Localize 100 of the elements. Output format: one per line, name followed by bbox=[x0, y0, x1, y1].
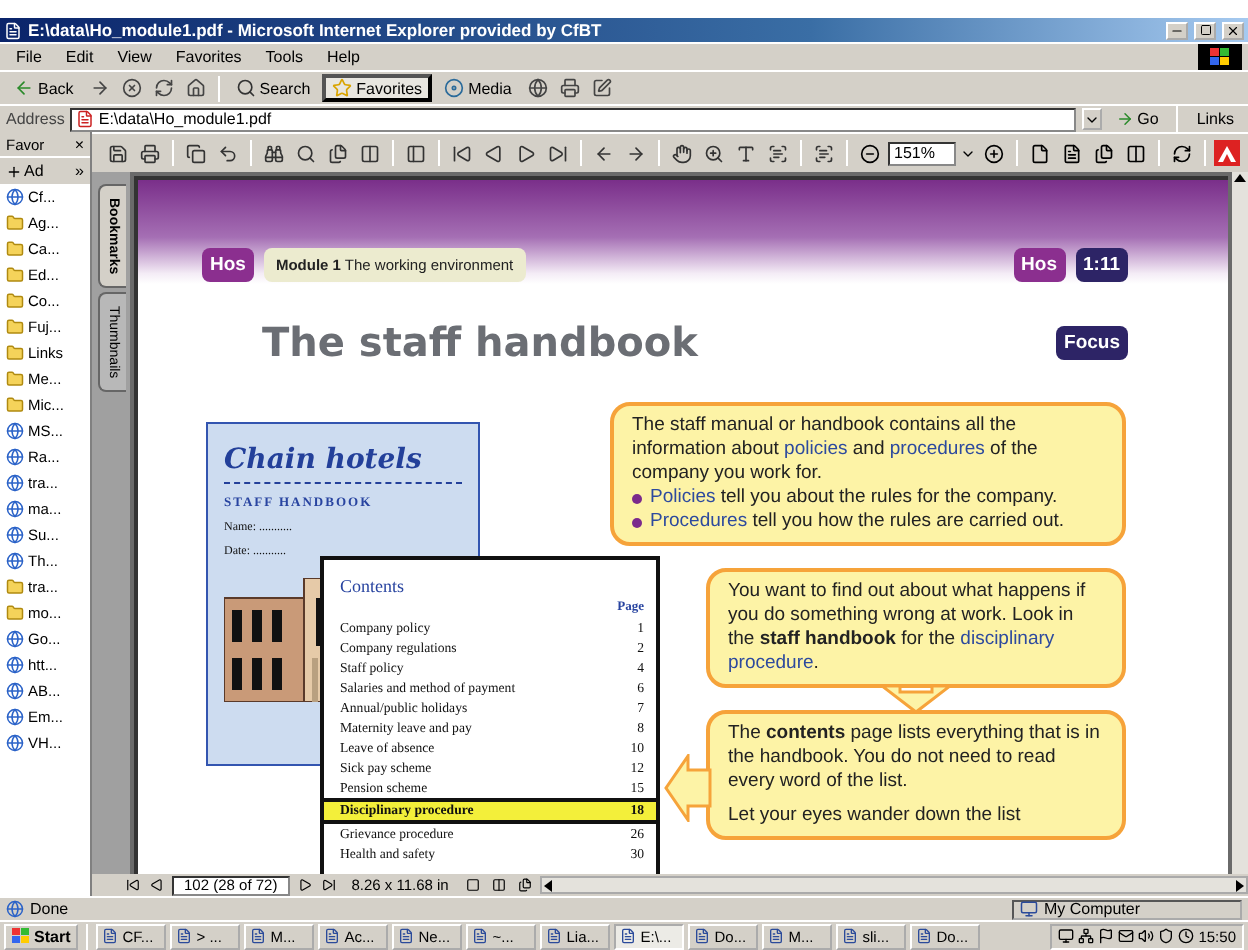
zoom-field[interactable]: 151% bbox=[888, 141, 956, 165]
toolbar-button[interactable]: Media bbox=[436, 74, 520, 102]
document-icon bbox=[916, 928, 933, 944]
contents-title: Contents bbox=[340, 576, 407, 596]
folder-icon bbox=[6, 214, 24, 232]
document-icon bbox=[472, 928, 489, 944]
star-icon bbox=[332, 78, 353, 98]
menu-item[interactable]: Favorites bbox=[165, 48, 252, 66]
logo-icon bbox=[12, 928, 30, 944]
maximize-button[interactable] bbox=[1194, 21, 1216, 39]
web-page-icon bbox=[6, 448, 24, 466]
network-icon bbox=[1078, 928, 1095, 944]
callout-text: Let your eyes wander down the list bbox=[728, 804, 1023, 828]
back-arrow-icon bbox=[14, 78, 34, 98]
copy-icon[interactable] bbox=[182, 139, 210, 167]
document-icon bbox=[76, 110, 95, 128]
callout-text: You want to find out about what happens if you do something wrong at work. Look in the staff handbook for the disciplinary procedure. bbox=[728, 580, 1088, 676]
menu-item[interactable]: Tools bbox=[255, 48, 313, 66]
toolbar-button[interactable]: Back bbox=[6, 74, 82, 102]
page-icon bbox=[6, 900, 24, 918]
folder-icon bbox=[6, 604, 24, 622]
toolbar-button[interactable]: Search bbox=[227, 74, 319, 102]
close-button[interactable] bbox=[1222, 21, 1244, 39]
folder-icon bbox=[6, 318, 24, 336]
zone-text: My Computer bbox=[1044, 900, 1141, 918]
minimize-button[interactable] bbox=[1166, 21, 1188, 39]
clock-icon bbox=[1178, 928, 1195, 944]
hotel-brand: Chain hotels bbox=[224, 444, 462, 484]
page-title: The staff handbook bbox=[262, 318, 701, 366]
document-icon bbox=[546, 928, 563, 944]
logo-icon bbox=[1198, 44, 1242, 70]
menu-item[interactable]: Help bbox=[316, 48, 370, 66]
address-field[interactable]: E:\data\Ho_module1.pdf bbox=[70, 107, 1076, 131]
menu-item[interactable]: File bbox=[6, 48, 52, 66]
folder-icon bbox=[6, 344, 24, 362]
callout-text: The contents page lists everything that is in the handbook. You do not need to read every word of the list. bbox=[728, 722, 1102, 794]
web-page-icon bbox=[6, 422, 24, 440]
disc-icon bbox=[444, 78, 465, 98]
window-title: E:\data\Ho_module1.pdf - Microsoft Internet Explorer provided by CfBT bbox=[28, 20, 604, 40]
document-icon bbox=[842, 928, 859, 944]
page-icon[interactable] bbox=[1090, 139, 1118, 167]
dropdown-button[interactable] bbox=[1081, 108, 1102, 130]
document-icon bbox=[102, 928, 119, 944]
web-page-icon bbox=[6, 552, 24, 570]
web-page-icon bbox=[6, 630, 24, 648]
folder-icon bbox=[6, 266, 24, 284]
bullet-icon bbox=[632, 493, 642, 503]
bullet-text: Policies tell you about the rules for the company. bbox=[650, 486, 1058, 510]
bullet-icon bbox=[632, 517, 642, 527]
web-page-icon bbox=[6, 656, 24, 674]
module-badge: Hos bbox=[1013, 248, 1065, 282]
folder-icon bbox=[6, 578, 24, 596]
arrow-icon bbox=[1115, 110, 1134, 128]
folder-icon bbox=[6, 370, 24, 388]
web-page-icon bbox=[6, 526, 24, 544]
document-icon bbox=[768, 928, 785, 944]
logo-icon[interactable] bbox=[1214, 140, 1240, 166]
shield-icon bbox=[1158, 928, 1175, 944]
links-button[interactable]: Links bbox=[1188, 105, 1242, 133]
menu-item[interactable]: Edit bbox=[55, 48, 104, 66]
zoom-out-icon[interactable] bbox=[856, 139, 884, 167]
menu-item[interactable]: View bbox=[107, 48, 162, 66]
focus-badge: Focus bbox=[1056, 325, 1128, 359]
document-icon bbox=[176, 928, 193, 944]
go-button[interactable]: Go bbox=[1107, 105, 1167, 133]
print-icon[interactable] bbox=[136, 139, 164, 167]
hand-icon[interactable] bbox=[668, 139, 696, 167]
folder-icon bbox=[6, 240, 24, 258]
print-icon[interactable] bbox=[555, 74, 584, 102]
scroll-left-icon bbox=[542, 879, 555, 891]
web-page-icon bbox=[6, 474, 24, 492]
more-button[interactable]: » bbox=[75, 162, 84, 180]
document-icon bbox=[250, 928, 267, 944]
plus-icon bbox=[6, 163, 22, 179]
web-page-icon bbox=[6, 188, 24, 206]
web-page-icon bbox=[6, 734, 24, 752]
module-badge: Hos bbox=[202, 248, 254, 282]
add-button[interactable]: Ad bbox=[6, 162, 44, 180]
start-button[interactable]: Start bbox=[4, 923, 79, 949]
web-page-icon bbox=[6, 500, 24, 518]
search-icon bbox=[235, 78, 256, 98]
document-icon bbox=[694, 928, 711, 944]
close-icon bbox=[1226, 23, 1240, 37]
document-icon bbox=[324, 928, 341, 944]
pages-icon[interactable] bbox=[324, 139, 352, 167]
callout-text: The staff manual or handbook contains all the information about policies and procedures of the company you work for. bbox=[632, 414, 1040, 486]
document-icon bbox=[620, 928, 637, 944]
toolbar-button[interactable]: Favorites bbox=[322, 74, 433, 102]
document-icon bbox=[398, 928, 415, 944]
zoom-in-icon[interactable] bbox=[980, 139, 1008, 167]
speaker-icon bbox=[1138, 928, 1155, 944]
scroll-right-icon bbox=[1234, 879, 1246, 891]
close-button[interactable]: × bbox=[74, 135, 84, 153]
globe-icon[interactable] bbox=[523, 74, 552, 102]
bullet-text: Procedures tell you how the rules are carried out. bbox=[650, 510, 1065, 534]
computer-icon bbox=[1020, 900, 1038, 918]
folder-icon bbox=[6, 396, 24, 414]
flag-icon bbox=[1098, 928, 1115, 944]
stop-icon[interactable] bbox=[117, 74, 146, 102]
monitor-icon bbox=[1058, 928, 1075, 944]
